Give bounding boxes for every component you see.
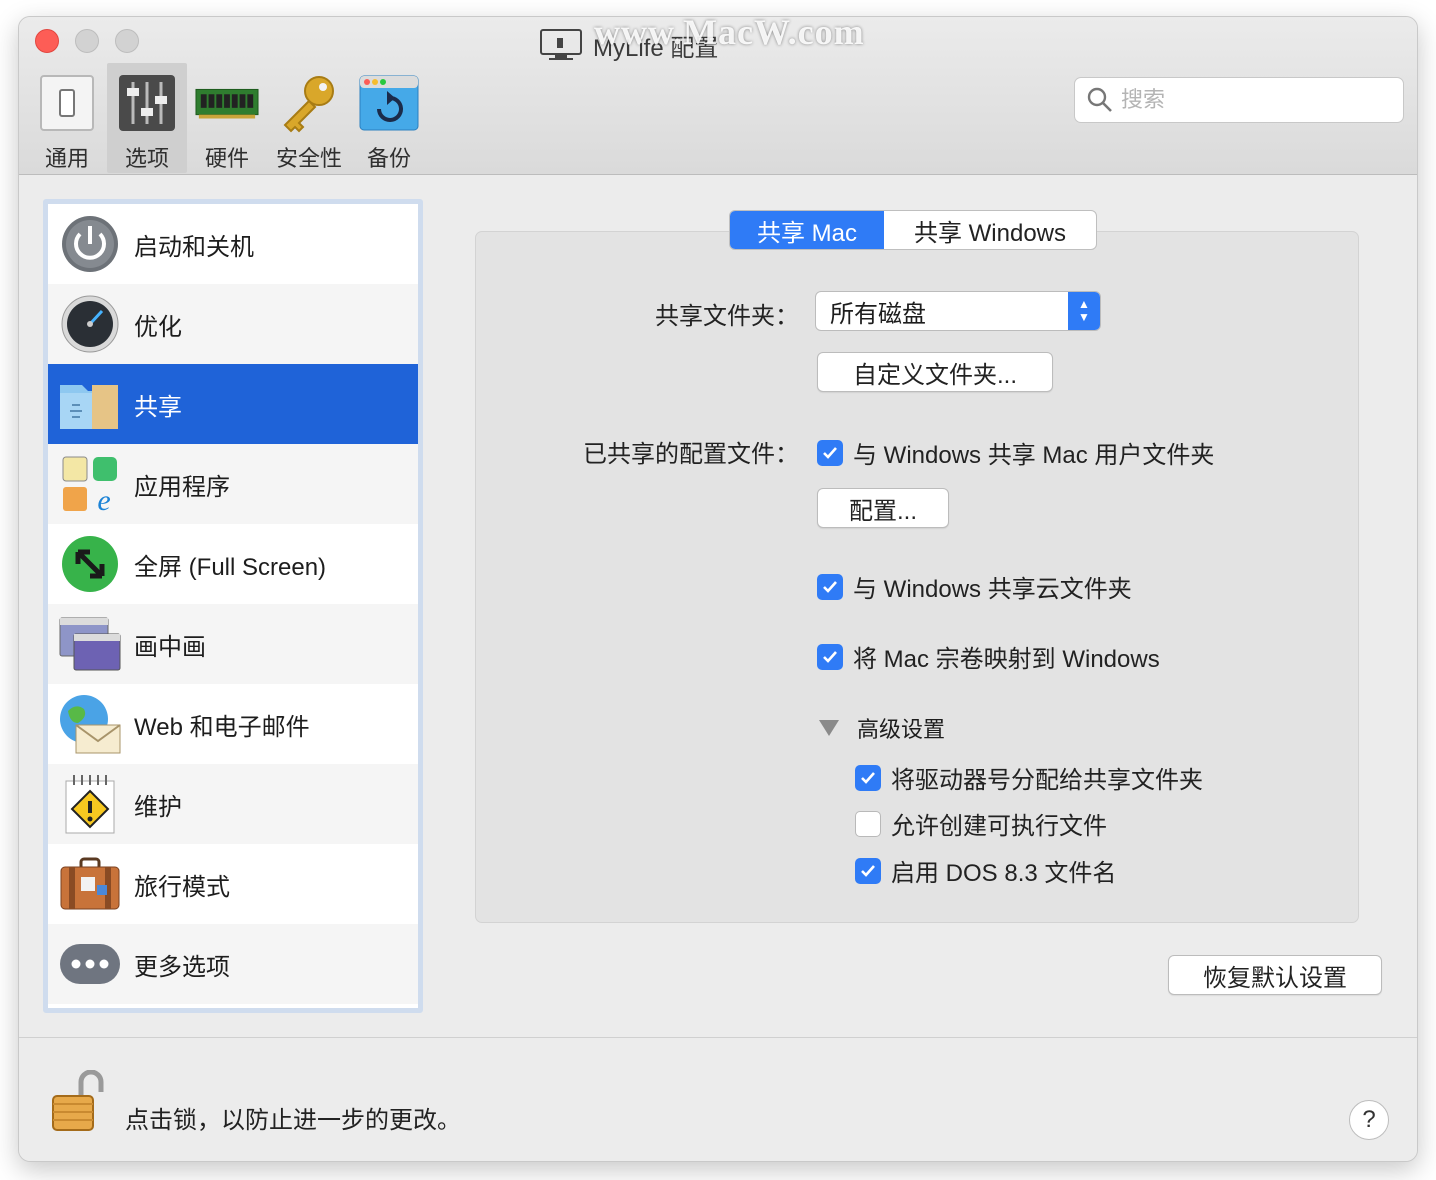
watermark: www.MacW.com [594,16,865,52]
map-volumes-checkbox[interactable]: 将 Mac 宗卷映射到 Windows [817,639,1160,674]
share-cloud-folders-checkbox[interactable]: 与 Windows 共享云文件夹 [817,569,1132,604]
tab-share-windows[interactable]: 共享 Windows [884,211,1096,249]
checkbox-checked-icon [817,643,843,670]
shared-profile-label: 已共享的配置文件： [583,441,799,468]
checkbox-checked-icon [855,764,881,791]
virtual-machine-icon [540,29,582,60]
sidebar-item-optimization[interactable]: 优化 [48,284,418,364]
restore-defaults-button[interactable]: 恢复默认设置 [1168,955,1382,995]
search-icon [1087,87,1112,112]
toolbar: MyLife 配置 www.MacW.com 通用 选项 硬件 安全性 备份 搜… [19,17,1417,175]
configure-button[interactable]: 配置... [817,488,949,528]
preferences-window: MyLife 配置 www.MacW.com 通用 选项 硬件 安全性 备份 搜… [18,16,1418,1162]
toolbar-hardware[interactable]: 硬件 [191,63,263,173]
sidebar-item-full-screen[interactable]: 全屏 (Full Screen) [48,524,418,604]
key-icon [277,71,341,135]
sidebar-item-applications[interactable]: e 应用程序 [48,444,418,524]
disclosure-triangle-icon [819,720,839,736]
close-window-button[interactable] [35,29,59,53]
shared-folder-icon [58,372,122,436]
assign-drive-letters-checkbox[interactable]: 将驱动器号分配给共享文件夹 [855,760,1203,795]
maintenance-warning-icon [58,772,122,836]
more-options-icon [58,932,122,996]
memory-chip-icon [195,71,259,135]
help-button[interactable]: ? [1349,1100,1389,1140]
sidebar-item-more-options[interactable]: 更多选项 [48,924,418,1004]
picture-in-picture-icon [58,612,122,676]
minimize-window-button[interactable] [75,29,99,53]
unlocked-padlock-icon[interactable] [51,1070,107,1132]
backup-icon [357,71,421,135]
custom-folders-button[interactable]: 自定义文件夹... [817,352,1053,392]
toolbar-options[interactable]: 选项 [107,63,187,173]
sidebar-item-startup-shutdown[interactable]: 启动和关机 [48,204,418,284]
allow-executables-checkbox[interactable]: 允许创建可执行文件 [855,806,1107,841]
sidebar-item-picture-in-picture[interactable]: 画中画 [48,604,418,684]
sidebar-item-maintenance[interactable]: 维护 [48,764,418,844]
checkbox-checked-icon [855,857,881,884]
options-sidebar: 启动和关机 优化 共享 e 应用程序 全屏 (Full Screen) 画中画 … [43,199,423,1013]
sharing-tab-control: 共享 Mac 共享 Windows [729,210,1097,250]
suitcase-icon [58,852,122,916]
globe-mail-icon [58,692,122,756]
footer-bar: 点击锁，以防止进一步的更改。 ? [19,1037,1417,1161]
shared-folders-popup[interactable]: 所有磁盘 ▲ ▼ [815,291,1101,331]
applications-icon: e [58,452,122,516]
checkbox-unchecked-icon [855,810,881,837]
sidebar-item-sharing[interactable]: 共享 [48,364,418,444]
tab-share-mac[interactable]: 共享 Mac [730,211,884,249]
checkbox-checked-icon [817,439,843,466]
share-user-folders-checkbox[interactable]: 与 Windows 共享 Mac 用户文件夹 [817,435,1214,470]
sliders-icon [115,71,179,135]
toolbar-backup[interactable]: 备份 [353,63,425,173]
sidebar-item-travel-mode[interactable]: 旅行模式 [48,844,418,924]
switch-icon [35,71,99,135]
shared-folders-label: 共享文件夹： [655,303,799,330]
fullscreen-icon [58,532,122,596]
sidebar-item-web-email[interactable]: Web 和电子邮件 [48,684,418,764]
toolbar-general[interactable]: 通用 [29,63,105,173]
svg-text:e: e [97,484,110,514]
lock-hint-text: 点击锁，以防止进一步的更改。 [125,1107,461,1134]
checkbox-checked-icon [817,573,843,600]
search-field[interactable] [1074,77,1404,123]
shared-folders-value: 所有磁盘 [830,300,926,328]
zoom-window-button[interactable] [115,29,139,53]
advanced-settings-disclosure[interactable]: 高级设置 [819,712,945,744]
speedometer-icon [58,292,122,356]
popup-stepper-icon: ▲ ▼ [1068,292,1100,330]
toolbar-security[interactable]: 安全性 [269,63,349,173]
power-icon [58,212,122,276]
search-input[interactable] [1121,87,1381,113]
enable-dos-names-checkbox[interactable]: 启用 DOS 8.3 文件名 [855,853,1116,888]
